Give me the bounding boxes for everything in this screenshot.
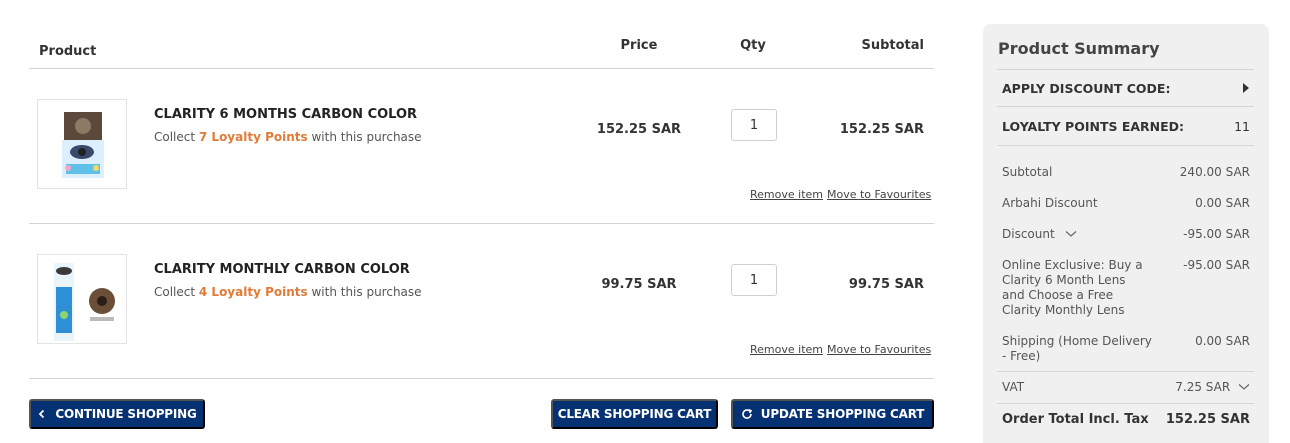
cart-item-row: CLARITY 6 MONTHS CARBON COLOR Collect 7 … <box>29 69 934 224</box>
loyalty-points-value: 11 <box>1234 119 1250 134</box>
header-product: Product <box>39 44 97 59</box>
summary-row-subtotal: Subtotal 240.00 SAR <box>1002 165 1250 179</box>
header-qty: Qty <box>740 38 766 53</box>
order-total-label: Order Total Incl. Tax <box>1002 412 1149 427</box>
summary-row-discount[interactable]: Discount -95.00 SAR <box>1002 227 1250 242</box>
product-summary-panel: Product Summary APPLY DISCOUNT CODE: LOY… <box>983 24 1269 443</box>
summary-row-vat[interactable]: VAT 7.25 SAR <box>1002 380 1250 395</box>
clear-cart-button[interactable]: CLEAR SHOPPING CART <box>551 399 718 429</box>
remove-item-link[interactable]: Remove item <box>750 343 823 356</box>
loyalty-note: Collect 4 Loyalty Points with this purch… <box>154 285 422 299</box>
header-subtotal: Subtotal <box>861 38 924 53</box>
product-image[interactable] <box>37 254 127 344</box>
item-subtotal: 99.75 SAR <box>848 277 924 292</box>
move-to-favourites-link[interactable]: Move to Favourites <box>827 188 931 201</box>
item-price: 152.25 SAR <box>596 122 682 137</box>
item-subtotal: 152.25 SAR <box>839 122 924 137</box>
loyalty-points-label: LOYALTY POINTS EARNED: <box>1002 119 1185 134</box>
clear-cart-label: CLEAR SHOPPING CART <box>557 407 712 421</box>
discount-code-label: APPLY DISCOUNT CODE: <box>1002 81 1171 96</box>
cart-table: Product Price Qty Subtotal CLARITY 6 MON… <box>29 0 934 443</box>
divider <box>29 378 934 379</box>
divider <box>997 403 1254 404</box>
loyalty-points-row: LOYALTY POINTS EARNED: 11 <box>1002 119 1250 134</box>
triangle-right-icon <box>1243 83 1249 93</box>
update-cart-label: UPDATE SHOPPING CART <box>760 407 925 421</box>
cart-item-row: CLARITY MONTHLY CARBON COLOR Collect 4 L… <box>29 224 934 379</box>
continue-shopping-button[interactable]: CONTINUE SHOPPING <box>29 399 205 429</box>
order-total-row: Order Total Incl. Tax 152.25 SAR <box>1002 412 1250 427</box>
remove-item-link[interactable]: Remove item <box>750 188 823 201</box>
chevron-left-icon <box>39 409 45 419</box>
order-total-value: 152.25 SAR <box>1165 412 1250 427</box>
move-to-favourites-link[interactable]: Move to Favourites <box>827 343 931 356</box>
refresh-icon <box>741 408 752 419</box>
chevron-down-icon <box>1065 231 1076 237</box>
divider <box>997 371 1254 372</box>
product-image[interactable] <box>37 99 127 189</box>
item-price: 99.75 SAR <box>601 277 677 292</box>
update-cart-button[interactable]: UPDATE SHOPPING CART <box>731 399 934 429</box>
divider <box>997 145 1254 146</box>
summary-row-shipping: Shipping (Home Delivery - Free) 0.00 SAR <box>1002 334 1250 363</box>
loyalty-note: Collect 7 Loyalty Points with this purch… <box>154 130 422 144</box>
quantity-input[interactable] <box>731 109 777 141</box>
apply-discount-toggle[interactable]: APPLY DISCOUNT CODE: <box>1002 81 1250 96</box>
header-price: Price <box>620 38 658 53</box>
summary-title: Product Summary <box>998 39 1160 58</box>
divider <box>997 106 1254 107</box>
divider <box>997 69 1254 70</box>
summary-row-arbahi-discount: Arbahi Discount 0.00 SAR <box>1002 196 1250 210</box>
product-name[interactable]: CLARITY 6 MONTHS CARBON COLOR <box>154 107 417 122</box>
continue-shopping-label: CONTINUE SHOPPING <box>55 407 197 421</box>
summary-row-promo: Online Exclusive: Buy a Clarity 6 Month … <box>1002 258 1250 317</box>
chevron-down-icon <box>1238 384 1250 390</box>
quantity-input[interactable] <box>731 264 777 296</box>
product-name[interactable]: CLARITY MONTHLY CARBON COLOR <box>154 262 410 277</box>
